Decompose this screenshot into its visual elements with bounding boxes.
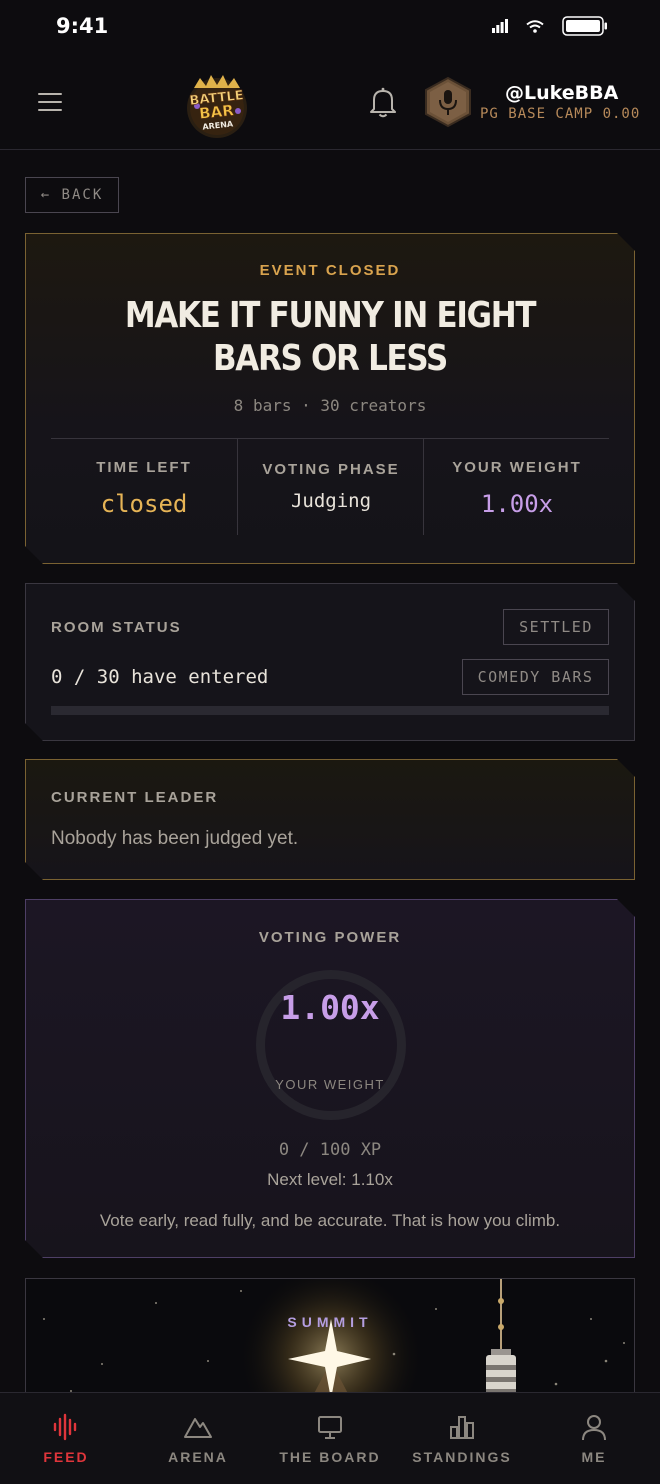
room-entered-count: 0 / 30 have entered [51, 666, 269, 688]
user-icon [582, 1415, 606, 1441]
status-badge: SETTLED [503, 609, 609, 645]
category-badge: COMEDY BARS [462, 659, 609, 695]
event-title: MAKE IT FUNNY IN EIGHT BARS OR LESS [124, 295, 536, 379]
bar-chart-icon [450, 1416, 474, 1439]
battery-icon [562, 16, 607, 36]
stat-voting-phase: VOTING PHASE Judging [238, 439, 424, 539]
nav-standings[interactable]: STANDINGS [396, 1393, 528, 1484]
voting-power-value: 1.00x [280, 988, 380, 1027]
status-time: 9:41 [56, 14, 109, 38]
voting-power-title: VOTING POWER [258, 929, 402, 946]
xp-progress-text: 0 / 100 XP [278, 1140, 382, 1160]
summit-label: SUMMIT [287, 1314, 373, 1330]
entries-progress-bar [51, 706, 609, 715]
voting-power-card: VOTING POWER 1.00x YOUR WEIGHT 0 / 100 X… [25, 899, 635, 1258]
nav-me[interactable]: ME [528, 1393, 660, 1484]
back-button[interactable]: ← BACK [25, 177, 119, 213]
voting-tip: Vote early, read fully, and be accurate.… [99, 1211, 561, 1230]
battle-bar-arena-logo[interactable]: BATTLE BAR ARENA [178, 66, 256, 144]
nav-feed[interactable]: FEED [0, 1393, 132, 1484]
status-bar: 9:41 [0, 0, 660, 56]
room-status-card: ROOM STATUS SETTLED 0 / 30 have entered … [25, 583, 635, 741]
stat-time-left: TIME LEFT closed [51, 439, 237, 539]
stat-your-weight: YOUR WEIGHT 1.00x [424, 439, 610, 539]
next-level-text: Next level: 1.10x [267, 1170, 393, 1189]
cellular-signal-icon [492, 19, 508, 33]
notification-bell-icon[interactable] [369, 86, 397, 118]
waveform-icon [53, 1413, 77, 1441]
user-level: PG BASE CAMP 0.00 [480, 106, 641, 122]
starfield-illustration [43, 1279, 625, 1408]
current-leader-title: CURRENT LEADER [51, 789, 219, 806]
nav-arena[interactable]: ARENA [132, 1393, 264, 1484]
time-left-value: closed [100, 490, 188, 518]
current-leader-text: Nobody has been judged yet. [51, 828, 299, 849]
summit-banner[interactable]: SUMMIT [25, 1278, 635, 1408]
bottom-nav: FEED ARENA THE BOARD STANDINGS ME [0, 1392, 660, 1484]
nav-the-board[interactable]: THE BOARD [264, 1393, 396, 1484]
app-header: BATTLE BAR ARENA @LukeBBA PG BASE CAMP 0… [0, 56, 660, 150]
event-status-tag: EVENT CLOSED [259, 262, 401, 279]
avatar[interactable] [424, 76, 472, 128]
event-subtitle: 8 bars · 30 creators [233, 396, 427, 415]
wifi-icon [526, 19, 544, 33]
room-status-title: ROOM STATUS [51, 619, 182, 636]
current-leader-card: CURRENT LEADER Nobody has been judged ye… [25, 759, 635, 880]
your-weight-value: 1.00x [480, 490, 554, 518]
voting-power-sublabel: YOUR WEIGHT [275, 1077, 385, 1092]
event-card: EVENT CLOSED MAKE IT FUNNY IN EIGHT BARS… [25, 233, 635, 564]
username[interactable]: @LukeBBA [505, 82, 618, 104]
monitor-icon [318, 1416, 342, 1439]
voting-phase-value: Judging [290, 490, 372, 512]
menu-icon[interactable] [38, 93, 62, 111]
mountain-icon [184, 1418, 212, 1438]
